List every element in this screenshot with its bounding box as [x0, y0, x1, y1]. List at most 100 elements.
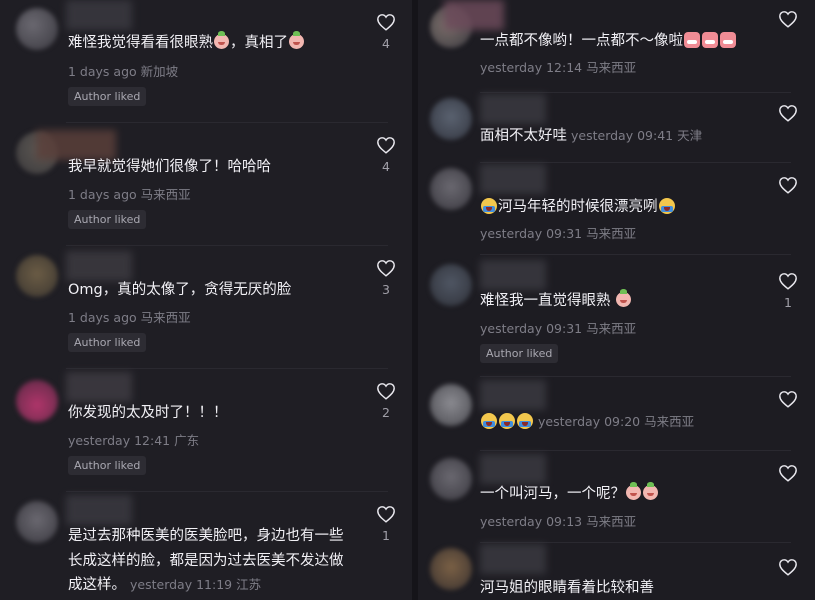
like-count: 1 — [784, 295, 792, 310]
comment-item: 面相不太好哇 yesterday 09:41 天津 — [418, 92, 815, 162]
comment-meta: 1 days ago 新加坡 — [68, 64, 179, 79]
right-comment-column: 一点都不像哟！一点都不～像啦 yesterday 12:14 马来西亚 面相不太… — [418, 0, 815, 600]
divider — [480, 162, 791, 163]
comment-text-line-1: 是过去那种医美的医美脸吧，身边也有一些 — [68, 528, 344, 544]
like-button[interactable]: 1 — [777, 272, 799, 310]
avatar[interactable] — [16, 8, 58, 50]
like-button[interactable]: 4 — [375, 13, 397, 51]
avatar[interactable] — [430, 168, 472, 210]
comment-item: 你发现的太及时了！！！ yesterday 12:41 广东 Author li… — [0, 368, 412, 491]
divider — [66, 368, 388, 369]
comment-text: Omg，真的太像了，贪得无厌的脸 — [68, 282, 292, 298]
heart-outline-icon — [779, 11, 797, 28]
like-count: 4 — [382, 159, 390, 174]
heart-outline-icon — [377, 260, 395, 277]
avatar[interactable] — [16, 255, 58, 297]
divider — [66, 245, 388, 246]
username-blurred[interactable] — [480, 164, 546, 194]
author-liked-badge: Author liked — [68, 210, 147, 229]
comment-item: 河马姐的眼睛看着比较和善 — [418, 542, 815, 600]
comment-text: 你发现的太及时了！！！ — [68, 405, 228, 421]
heart-outline-icon — [779, 465, 797, 482]
heart-outline-icon — [779, 105, 797, 122]
comment-text: yesterday 09:20 马来西亚 — [480, 410, 694, 434]
username-blurred[interactable] — [444, 0, 504, 30]
avatar[interactable] — [430, 458, 472, 500]
like-button[interactable]: 4 — [375, 136, 397, 174]
peach-face-emoji — [615, 289, 631, 307]
like-button[interactable] — [777, 464, 799, 482]
like-button[interactable] — [777, 390, 799, 408]
username-blurred[interactable] — [480, 94, 546, 124]
heart-outline-icon — [377, 383, 395, 400]
heart-outline-icon — [377, 14, 395, 31]
like-button[interactable] — [777, 558, 799, 576]
comment-item: Omg，真的太像了，贪得无厌的脸 1 days ago 马来西亚 Author … — [0, 245, 412, 368]
comment-item: 河马年轻的时候很漂亮咧 yesterday 09:31 马来西亚 — [418, 162, 815, 254]
like-button[interactable] — [777, 10, 799, 28]
comment-text: 一点都不像哟！一点都不～像啦 — [480, 30, 737, 53]
like-button[interactable] — [777, 176, 799, 194]
crying-face-emoji — [481, 413, 497, 429]
like-button[interactable] — [777, 104, 799, 122]
comment-meta: yesterday 09:20 马来西亚 — [538, 414, 695, 429]
comment-meta: yesterday 12:14 马来西亚 — [480, 60, 637, 75]
comment-item: 难怪我觉得看看很眼熟 ，真相了 1 days ago 新加坡 Author lik… — [0, 0, 412, 122]
crying-face-emoji — [499, 413, 515, 429]
divider — [480, 450, 791, 451]
peach-face-emoji — [626, 482, 641, 500]
comment-text-part: 成这样。 — [68, 577, 126, 593]
crying-face-emoji — [658, 198, 675, 214]
like-button[interactable]: 3 — [375, 259, 397, 297]
heart-outline-icon — [377, 137, 395, 154]
divider — [66, 122, 388, 123]
avatar[interactable] — [430, 264, 472, 306]
username-blurred[interactable] — [480, 260, 546, 290]
divider — [480, 376, 791, 377]
heart-outline-icon — [779, 391, 797, 408]
comment-meta: yesterday 09:13 马来西亚 — [480, 514, 637, 529]
username-blurred[interactable] — [66, 495, 132, 525]
like-count: 2 — [382, 405, 390, 420]
peach-face-emoji — [643, 482, 658, 500]
avatar[interactable] — [430, 98, 472, 140]
comment-meta: yesterday 09:41 天津 — [571, 128, 703, 143]
divider — [480, 92, 791, 93]
like-button[interactable]: 1 — [375, 505, 397, 543]
left-comment-column: 难怪我觉得看看很眼熟 ，真相了 1 days ago 新加坡 Author lik… — [0, 0, 412, 600]
username-blurred[interactable] — [66, 251, 132, 281]
comment-text-part: ，真相了 — [230, 35, 288, 51]
comment-meta: 1 days ago 马来西亚 — [68, 187, 191, 202]
username-blurred[interactable] — [480, 544, 546, 574]
comment-text-part: 一点都不像哟！一点都不～像啦 — [480, 33, 683, 49]
heart-outline-icon — [779, 559, 797, 576]
avatar[interactable] — [430, 548, 472, 590]
comment-text: 我早就觉得她们很像了！哈哈哈 — [68, 159, 271, 175]
like-button[interactable]: 2 — [375, 382, 397, 420]
comment-text-part: 难怪我一直觉得眼熟 — [480, 293, 611, 309]
comment-text: 面相不太好哇 yesterday 09:41 天津 — [480, 124, 702, 148]
comment-meta: yesterday 12:41 广东 — [68, 433, 200, 448]
comment-item: 一个叫河马，一个呢？ yesterday 09:13 马来西亚 — [418, 450, 815, 542]
divider — [480, 254, 791, 255]
divider — [480, 542, 791, 543]
author-liked-badge: Author liked — [68, 456, 147, 475]
avatar[interactable] — [430, 384, 472, 426]
comment-item: 难怪我一直觉得眼熟 yesterday 09:31 马来西亚 Author li… — [418, 254, 815, 376]
username-blurred[interactable] — [480, 380, 546, 410]
comment-text: 河马年轻的时候很漂亮咧 — [480, 196, 676, 219]
comment-text: 河马姐的眼睛看着比较和善 — [480, 580, 654, 596]
username-blurred[interactable] — [66, 372, 132, 402]
avatar[interactable] — [16, 501, 58, 543]
comment-meta: yesterday 11:19 江苏 — [130, 577, 262, 592]
heart-outline-icon — [779, 273, 797, 290]
like-count: 1 — [382, 528, 390, 543]
comment-item: yesterday 09:20 马来西亚 — [418, 376, 815, 450]
username-blurred[interactable] — [480, 454, 546, 484]
username-blurred[interactable] — [66, 0, 132, 30]
avatar[interactable] — [16, 380, 58, 422]
red-face-emoji — [684, 32, 700, 48]
peach-face-emoji — [214, 31, 229, 49]
divider — [66, 491, 388, 492]
heart-outline-icon — [779, 177, 797, 194]
